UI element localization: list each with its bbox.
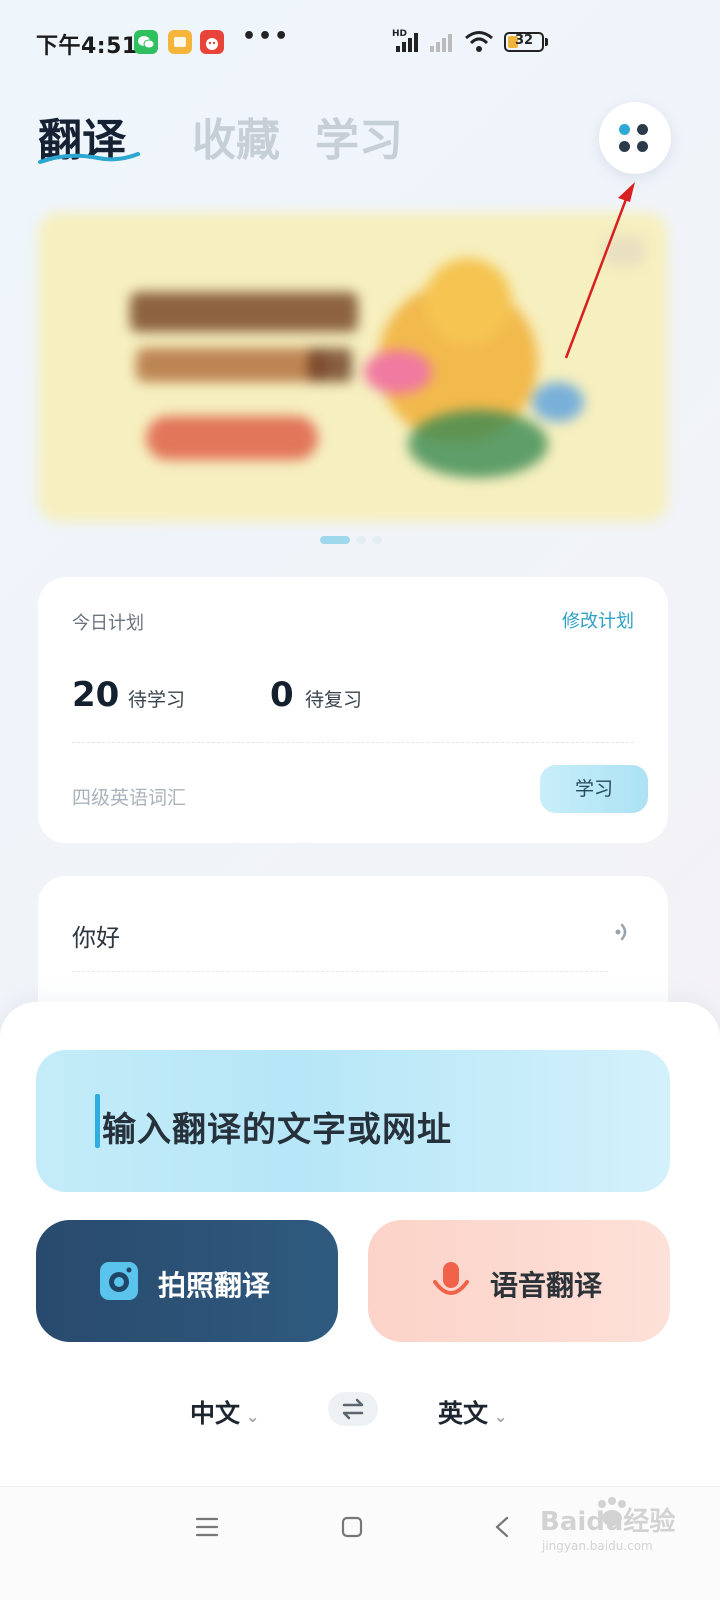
status-time: 下午4:51 [36,34,138,59]
source-language-selector[interactable]: 中文 ⌄ [190,1394,259,1430]
microphone-icon [433,1262,469,1295]
to-review-label: 待复习 [305,689,363,711]
history-item[interactable]: 你好 [72,882,634,972]
menu-button[interactable] [599,102,671,174]
translate-panel: 输入翻译的文字或网址 拍照翻译 语音翻译 中文 ⌄ 英文 ⌄ [0,1002,720,1486]
text-caret [95,1094,100,1148]
translate-input[interactable]: 输入翻译的文字或网址 [36,1050,670,1192]
back-nav-icon[interactable] [492,1515,512,1539]
network-label: HD [392,29,407,39]
photo-translate-button[interactable]: 拍照翻译 [36,1220,338,1342]
chevron-down-icon: ⌄ [494,1407,508,1426]
battery-icon: 32 [504,32,544,52]
plan-title: 今日计划 [72,613,144,634]
camera-icon [100,1262,138,1300]
banner-page-dot [320,536,350,544]
photo-translate-label: 拍照翻译 [158,1269,271,1302]
menu-nav-icon[interactable] [194,1515,220,1539]
annotation-arrow-icon [564,182,635,359]
voice-translate-button[interactable]: 语音翻译 [368,1220,670,1342]
learn-button[interactable]: 学习 [540,765,648,813]
swap-languages-button[interactable] [328,1392,378,1426]
more-icon: ••• [242,24,291,49]
notes-app-icon [168,30,192,54]
vocab-book-name[interactable]: 四级英语词汇 [72,783,186,810]
chevron-down-icon: ⌄ [246,1407,260,1426]
baidu-watermark-logo: Baidu经验 jingyan.baidu.com [540,1497,675,1553]
translate-input-placeholder: 输入翻译的文字或网址 [102,1110,452,1150]
wechat-icon [134,30,158,54]
wifi-icon [464,29,494,57]
to-learn-count: 20 [72,675,120,715]
to-learn-label: 待学习 [128,689,186,711]
target-language: 英文 [438,1399,489,1428]
banner-page-indicator [320,536,382,544]
tab-learn[interactable]: 学习 [315,104,403,168]
battery-level: 32 [514,33,534,48]
source-language: 中文 [190,1399,241,1428]
edit-plan-link[interactable]: 修改计划 [562,607,634,633]
swap-icon [342,1398,364,1420]
watermark-text: Baidu经验 [540,1506,675,1537]
tab-favorites[interactable]: 收藏 [192,104,280,168]
history-item-text: 你好 [72,924,120,952]
signal-icon [428,30,456,58]
target-language-selector[interactable]: 英文 ⌄ [438,1394,507,1430]
active-tab-underline [38,152,140,164]
plan-divider [72,742,634,743]
home-nav-icon[interactable] [340,1515,364,1539]
battery-tip [545,38,548,46]
banner-page-dot [372,536,382,544]
signal-icon: HD [392,28,422,58]
shopping-app-icon [200,30,224,54]
watermark-subtext: jingyan.baidu.com [541,1539,653,1553]
to-review-count: 0 [270,675,294,715]
banner-page-dot [356,536,366,544]
speaker-icon[interactable] [614,920,634,944]
daily-plan-card: 今日计划 修改计划 20 待学习 0 待复习 四级英语词汇 学习 [38,577,668,843]
voice-translate-label: 语音翻译 [490,1269,603,1302]
